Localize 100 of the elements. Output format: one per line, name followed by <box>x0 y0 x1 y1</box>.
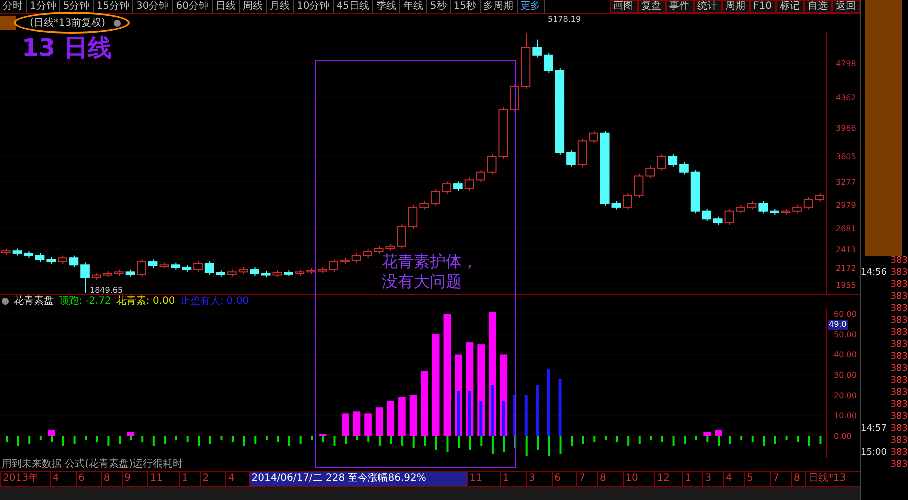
bar <box>582 436 584 444</box>
bar <box>820 436 822 444</box>
candlestick <box>69 255 79 268</box>
toolbar-button[interactable]: 自选 <box>804 0 832 13</box>
bar <box>108 436 110 446</box>
bar <box>695 436 698 440</box>
candlestick <box>724 208 734 226</box>
bar <box>661 436 664 442</box>
price-value: 383 <box>890 292 908 304</box>
price-value: 383 <box>890 328 908 340</box>
candlestick <box>430 189 440 206</box>
bar <box>40 436 42 440</box>
bar <box>412 436 415 448</box>
period-tab[interactable]: 周线 <box>240 0 267 13</box>
period-tab[interactable]: 季线 <box>373 0 400 13</box>
bar <box>198 436 200 446</box>
bar <box>638 436 641 444</box>
period-tab[interactable]: 年线 <box>400 0 428 13</box>
toolbar-button[interactable]: 周期 <box>722 0 750 13</box>
indicator-name: 花青素盘 <box>14 295 54 308</box>
bar <box>490 385 494 436</box>
period-tab[interactable]: 5秒 <box>427 0 451 13</box>
candlestick <box>634 173 644 199</box>
period-tab[interactable]: 月线 <box>266 0 294 13</box>
bar <box>558 379 562 436</box>
bar <box>164 436 166 444</box>
bar <box>410 395 418 436</box>
low-price-label: 1849.65 <box>90 286 124 296</box>
axis-label: 4362 <box>836 93 856 102</box>
period-tab[interactable]: 日线 <box>212 0 240 13</box>
candlestick <box>194 260 203 273</box>
period-tab[interactable]: 30分钟 <box>133 0 174 13</box>
price-value: 383 <box>890 400 908 412</box>
candlestick <box>408 204 418 230</box>
bar <box>560 436 562 454</box>
bar <box>502 401 506 436</box>
bar <box>424 436 426 446</box>
bar <box>254 436 257 444</box>
candlestick <box>646 166 655 180</box>
close-icon[interactable] <box>114 20 121 26</box>
bar <box>740 436 743 440</box>
bar <box>266 436 268 440</box>
bar <box>387 401 395 436</box>
period-tab[interactable]: 1分钟 <box>27 0 60 13</box>
price-value: 383 <box>890 280 908 292</box>
bar <box>342 414 350 436</box>
candlestick <box>578 138 588 168</box>
axis-label: 1955 <box>836 281 856 290</box>
toolbar-button[interactable]: 复盘 <box>638 0 666 13</box>
price-value: 383 <box>890 352 908 364</box>
period-tab[interactable]: 10分钟 <box>294 0 334 13</box>
period-tab[interactable]: 15秒 <box>450 0 481 13</box>
bar <box>548 436 550 456</box>
bar <box>376 408 384 436</box>
toolbar-button[interactable]: 事件 <box>666 0 694 13</box>
axis-label: 2979 <box>836 201 856 210</box>
bar <box>714 430 722 436</box>
bar <box>345 436 348 444</box>
period-tab[interactable]: 60分钟 <box>173 0 213 13</box>
bar <box>536 385 540 436</box>
price-value: 383 <box>890 388 908 400</box>
period-tab[interactable]: 更多 <box>518 0 545 13</box>
chart-tab[interactable] <box>0 16 16 30</box>
candlestick <box>544 52 554 74</box>
price-value: 383 <box>890 340 908 352</box>
indicator-marker: 49.0 <box>828 320 848 330</box>
candlestick <box>352 252 362 264</box>
bar <box>398 397 406 436</box>
period-tab[interactable]: 45日线 <box>334 0 374 13</box>
candlestick <box>623 192 632 210</box>
candlestick <box>532 39 542 58</box>
toolbar-button[interactable]: 标记 <box>776 0 804 13</box>
candlestick <box>668 154 678 168</box>
period-tab[interactable]: 分时 <box>0 0 27 13</box>
price-value: 383 <box>890 304 908 316</box>
period-tab[interactable]: 15分钟 <box>94 0 134 13</box>
toolbar-button[interactable]: 画图 <box>610 0 638 13</box>
bar <box>774 436 776 444</box>
callout-text: 花青素护体， 没有大问题 <box>382 252 478 292</box>
period-tab[interactable]: 5分钟 <box>60 0 94 13</box>
price-value: 383 <box>890 268 908 280</box>
bar <box>444 314 452 436</box>
bar <box>480 436 483 446</box>
candlestick <box>329 259 339 273</box>
bar <box>186 436 189 442</box>
bar <box>672 436 675 446</box>
toolbar-button[interactable]: 统计 <box>694 0 722 13</box>
bar <box>594 436 596 442</box>
bar <box>469 436 472 450</box>
period-tab[interactable]: 多周期 <box>480 0 518 13</box>
bar <box>48 430 56 436</box>
toolbar-button[interactable]: 返回 <box>832 0 860 13</box>
settings-icon[interactable] <box>2 298 9 305</box>
bar <box>220 436 223 440</box>
bar <box>17 436 20 446</box>
toolbar-button[interactable]: F10 <box>750 0 776 13</box>
axis-label: 40.00 <box>834 350 857 360</box>
bar <box>85 436 88 440</box>
bar <box>421 371 428 436</box>
axis-label: 2413 <box>836 245 856 254</box>
